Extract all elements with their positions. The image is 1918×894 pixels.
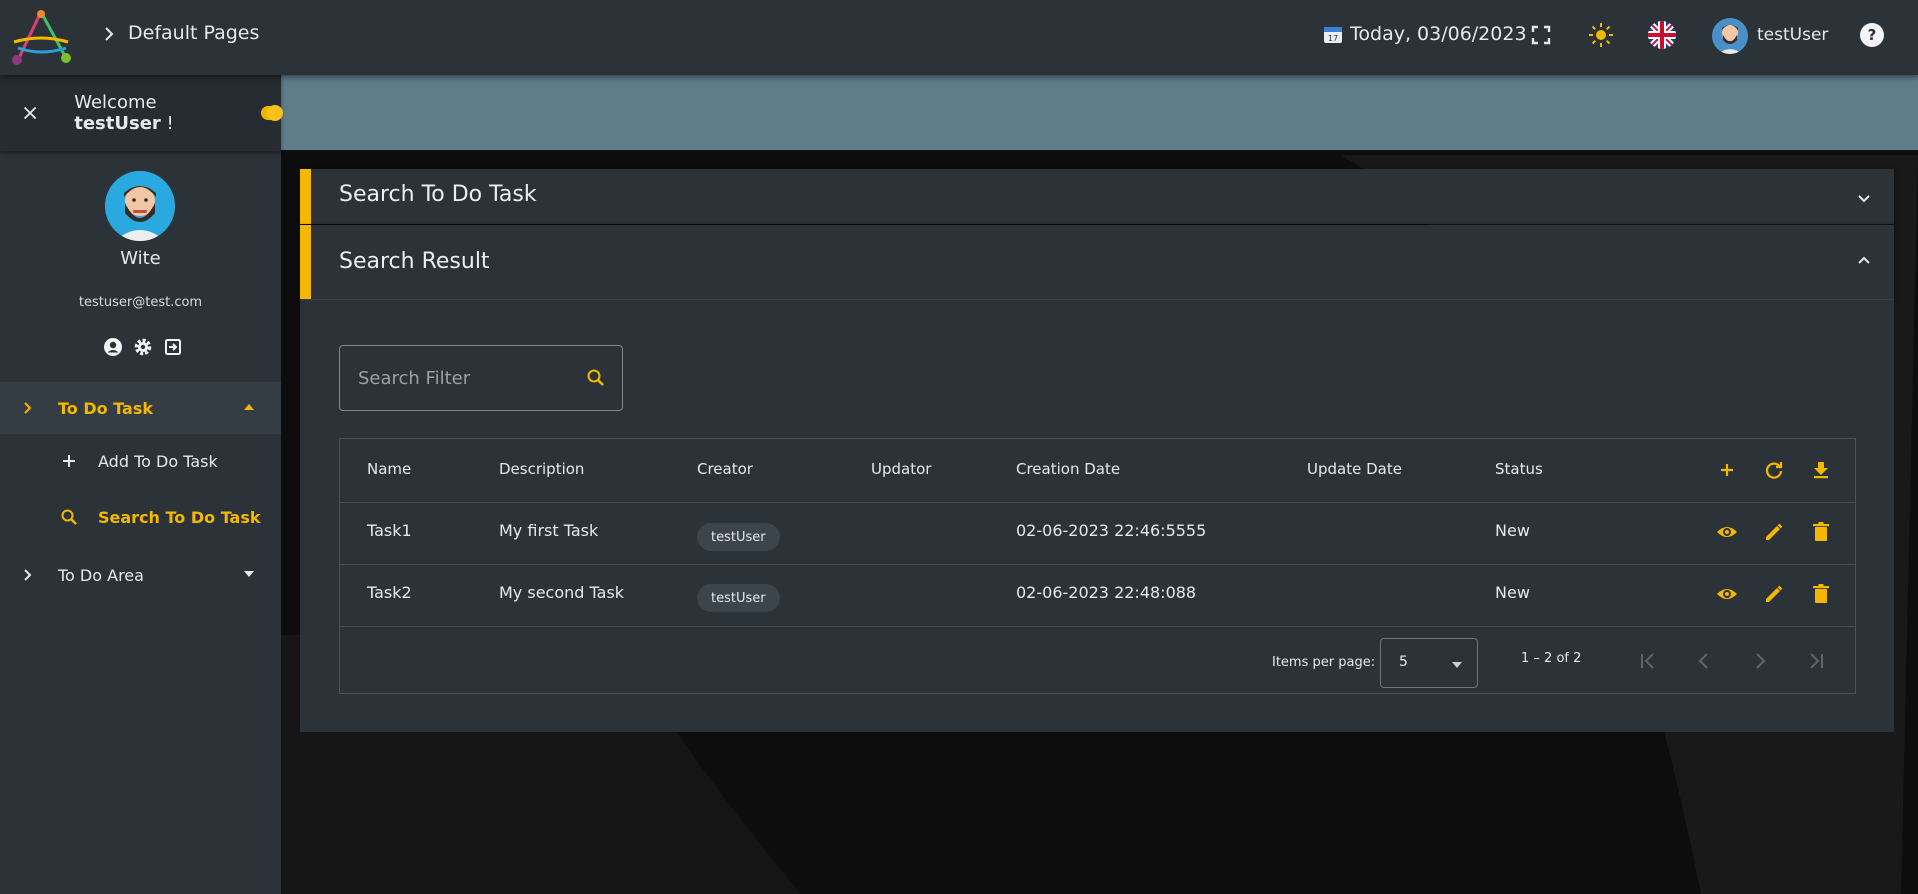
caret-down-icon [244,571,254,577]
cell-creation-date: 02-06-2023 22:46:5555 [1016,521,1207,540]
search-icon[interactable] [586,368,606,388]
search-input[interactable] [358,368,568,389]
sidebar-item-label: Add To Do Task [98,451,218,471]
cell-status: New [1495,583,1530,602]
result-panel-header[interactable]: Search Result [300,225,1894,300]
cell-name: Task2 [367,583,412,602]
sidebar-item-search-to-do-task[interactable]: Search To Do Task [0,492,281,542]
first-page-icon[interactable] [1637,650,1659,672]
chevron-up-icon[interactable] [1856,252,1872,268]
page-range: 1 – 2 of 2 [1521,651,1582,666]
account-icon[interactable] [103,337,123,357]
page-banner [281,75,1918,150]
sidebar-item-label: Search To Do Task [98,507,261,527]
chevron-right-icon [24,402,32,414]
gear-icon[interactable] [133,337,153,357]
sidebar-item-to-do-area[interactable]: To Do Area [0,549,281,601]
table-divider [340,626,1855,627]
edit-icon[interactable] [1763,521,1785,543]
uk-flag-icon[interactable] [1648,21,1676,49]
cell-status: New [1495,521,1530,540]
calendar-icon: 17 [1324,27,1342,43]
creator-chip: testUser [697,523,780,551]
search-panel-header[interactable]: Search To Do Task [300,169,1894,224]
column-header-creator[interactable]: Creator [697,460,753,478]
caret-up-icon [244,404,254,410]
fullscreen-icon[interactable] [1528,22,1554,48]
top-bar: Default Pages 17 Today, 03/06/2023 testU… [0,0,1918,75]
add-icon[interactable] [1716,459,1738,481]
caret-down-icon [1452,662,1462,668]
chevron-down-icon[interactable] [1856,191,1872,207]
profile-email: testuser@test.com [78,295,203,310]
topbar-username[interactable]: testUser [1757,25,1828,45]
page-size-value: 5 [1399,654,1408,670]
user-avatar[interactable] [1712,18,1748,54]
profile-avatar [105,171,175,241]
sidebar-header: Welcome testUser ! [0,75,284,151]
panel-accent-bar [300,225,311,299]
download-icon[interactable] [1810,459,1832,481]
column-header-updator[interactable]: Updator [871,460,931,478]
sidebar-item-label: To Do Task [58,398,154,418]
previous-page-icon[interactable] [1693,650,1715,672]
column-header-status[interactable]: Status [1495,460,1543,478]
sun-icon[interactable] [1588,22,1614,48]
panel-title: Search To Do Task [339,182,537,207]
profile-name: Wite [120,248,161,269]
app-logo[interactable] [8,8,74,66]
welcome-text: Welcome testUser ! [74,92,174,134]
table-divider [340,564,1855,565]
column-header-creation-date[interactable]: Creation Date [1016,460,1120,478]
view-icon[interactable] [1716,583,1738,605]
delete-icon[interactable] [1810,583,1832,605]
items-per-page-label: Items per page: [1272,655,1376,670]
help-icon[interactable]: ? [1859,22,1885,48]
breadcrumb[interactable]: Default Pages [128,22,259,44]
date-text: Today, 03/06/2023 [1350,23,1527,45]
sidebar-item-label: To Do Area [58,565,144,585]
delete-icon[interactable] [1810,521,1832,543]
sidebar-item-add-to-do-task[interactable]: Add To Do Task [0,436,281,486]
column-header-name[interactable]: Name [367,460,411,478]
profile-actions [103,337,183,357]
page-size-select[interactable]: 5 [1380,638,1478,688]
cell-name: Task1 [367,521,412,540]
column-header-description[interactable]: Description [499,460,584,478]
plus-icon [63,455,75,467]
view-icon[interactable] [1716,521,1738,543]
creator-chip: testUser [697,584,780,612]
table-divider [340,502,1855,503]
theme-toggle[interactable] [260,105,284,121]
cell-creation-date: 02-06-2023 22:48:088 [1016,583,1197,602]
cell-description: My second Task [499,583,625,602]
search-icon [61,509,77,525]
refresh-icon[interactable] [1763,459,1785,481]
chevron-right-icon [105,27,114,41]
results-table: Name Description Creator Updator Creatio… [339,438,1856,694]
column-header-update-date[interactable]: Update Date [1307,460,1402,478]
chevron-right-icon [24,569,32,581]
svg-text:?: ? [1868,26,1877,44]
last-page-icon[interactable] [1805,650,1827,672]
sidebar: Welcome testUser ! Wite testuser@test.co… [0,75,284,894]
svg-text:17: 17 [1328,34,1338,43]
cell-description: My first Task [499,521,599,540]
edit-icon[interactable] [1763,583,1785,605]
search-filter-field[interactable] [339,345,623,411]
logout-icon[interactable] [163,337,183,357]
panel-accent-bar [300,169,311,224]
panel-title: Search Result [339,249,490,274]
date-display: 17 Today, 03/06/2023 [1322,23,1527,45]
next-page-icon[interactable] [1749,650,1771,672]
close-icon[interactable] [20,102,40,124]
sidebar-item-to-do-task[interactable]: To Do Task [0,382,281,434]
